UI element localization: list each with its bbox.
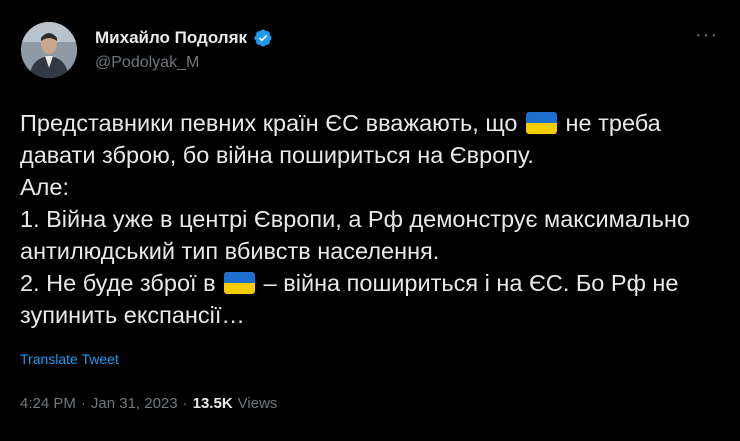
- more-options-icon[interactable]: ···: [695, 24, 718, 47]
- ukraine-flag-icon: [224, 272, 256, 294]
- text-segment: 2. Не буде зброї в: [20, 270, 223, 296]
- meta-separator: ·: [182, 395, 188, 412]
- tweet-paragraph-2: Але:: [20, 174, 69, 200]
- tweet-paragraph-4: 2. Не буде зброї в – війна пошириться і …: [20, 267, 725, 331]
- tweet-paragraph-3: 1. Війна уже в центрі Європи, а Рф демон…: [20, 206, 690, 264]
- avatar[interactable]: [21, 22, 77, 78]
- author-row: Михайло Подоляк: [95, 28, 273, 48]
- tweet-text: Представники певних країн ЄС вважають, щ…: [20, 107, 725, 331]
- views-label: Views: [237, 395, 278, 412]
- tweet-card: Михайло Подоляк @Podolyak_M ··· Представ…: [0, 0, 740, 441]
- avatar-image: [21, 22, 77, 78]
- author-handle[interactable]: @Podolyak_M: [95, 54, 199, 72]
- verified-badge-icon: [254, 29, 272, 47]
- meta-separator: ·: [80, 395, 86, 412]
- tweet-time[interactable]: 4:24 PM: [20, 395, 76, 412]
- ukraine-flag-icon: [526, 112, 557, 134]
- tweet-date[interactable]: Jan 31, 2023: [91, 395, 178, 412]
- tweet-paragraph-1: Представники певних країн ЄС вважають, щ…: [20, 107, 725, 171]
- tweet-meta: 4:24 PM · Jan 31, 2023 · 13.5K Views: [20, 395, 277, 412]
- text-segment: Представники певних країн ЄС вважають, щ…: [20, 110, 524, 136]
- views-count[interactable]: 13.5K: [193, 395, 233, 412]
- author-name[interactable]: Михайло Подоляк: [95, 28, 247, 48]
- translate-tweet-link[interactable]: Translate Tweet: [20, 351, 119, 367]
